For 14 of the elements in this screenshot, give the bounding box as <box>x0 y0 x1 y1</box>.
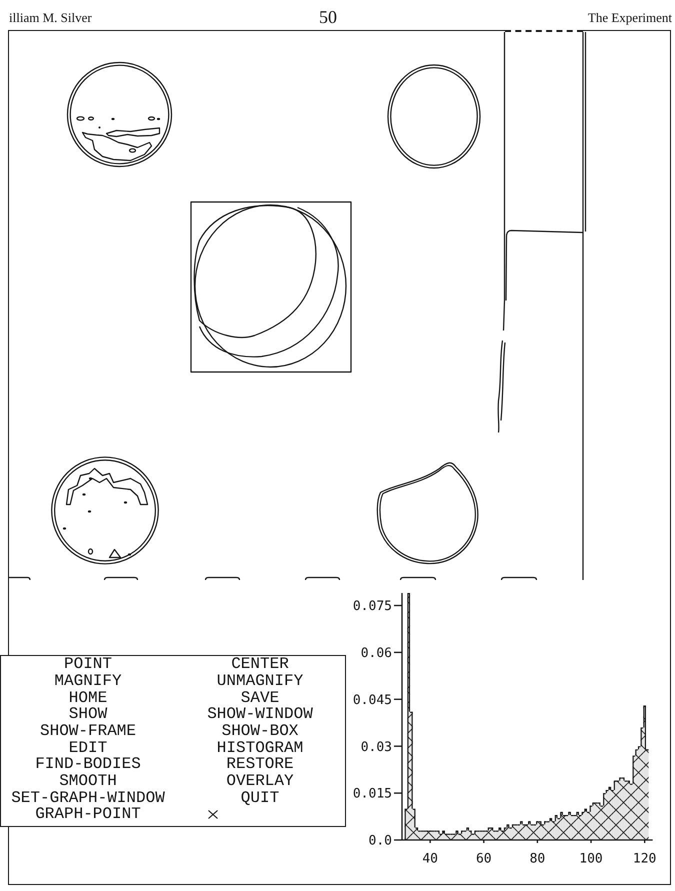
x-tick-label: 100 <box>578 852 602 866</box>
y-tick-label: 0.06 <box>360 646 392 661</box>
x-tick-label: 40 <box>422 852 438 866</box>
page-number: 50 <box>319 7 337 28</box>
x-tick-label: 60 <box>475 852 492 866</box>
chapter-title: The Experiment <box>588 10 672 26</box>
y-tick-label: 0.0 <box>368 834 392 849</box>
author-name: illiam M. Silver <box>9 10 92 26</box>
y-tick-label: 0.015 <box>352 786 392 802</box>
x-tick-label: 120 <box>632 852 656 866</box>
x-tick-label: 80 <box>529 852 545 866</box>
y-tick-label: 0.075 <box>352 599 392 614</box>
y-tick-label: 0.045 <box>352 692 392 708</box>
y-tick-label: 0.03 <box>360 740 392 755</box>
